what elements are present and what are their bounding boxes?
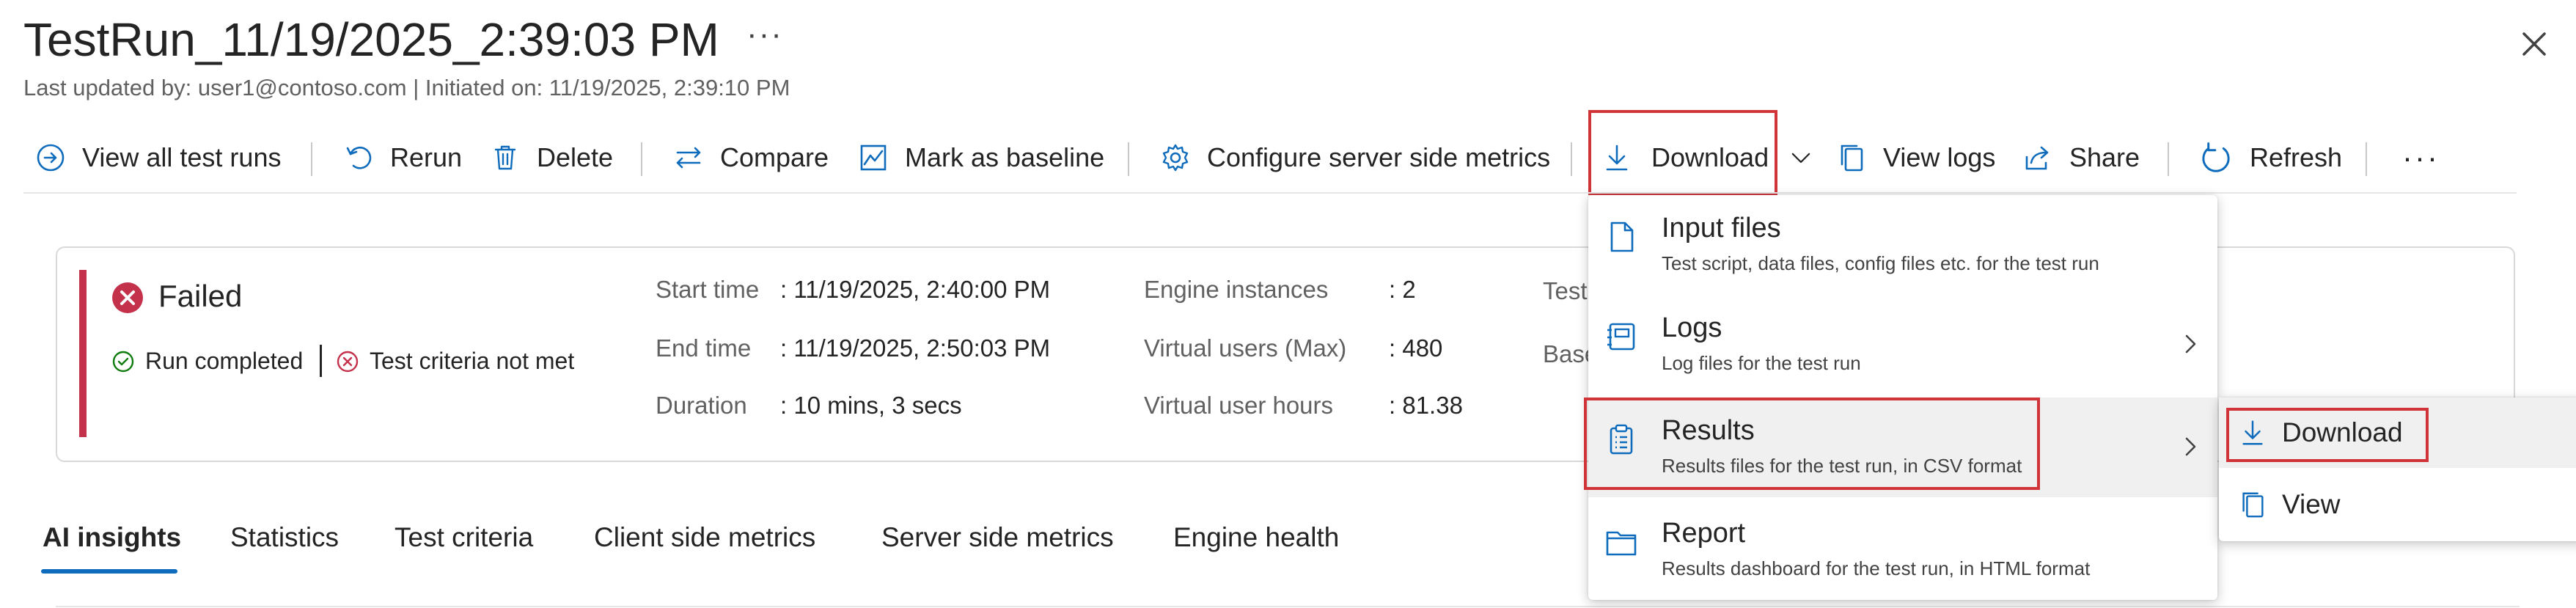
close-icon: [2522, 32, 2546, 56]
notebook-icon: [1607, 323, 1635, 351]
menu-item-title: Input files: [1662, 213, 1781, 243]
virtual-user-hours-label: Virtual user hours: [1144, 392, 1334, 419]
menu-item-description: Test script, data files, config files et…: [1662, 252, 2099, 274]
engine-instances-label: Engine instances: [1144, 276, 1329, 303]
compare-label: Compare: [720, 142, 829, 172]
start-time-value: : 11/19/2025, 2:40:00 PM: [780, 276, 1051, 303]
criteria-not-met-label: Test criteria not met: [370, 348, 575, 374]
test-partial-label: Test: [1543, 277, 1588, 304]
rerun-label: Rerun: [390, 142, 463, 172]
rerun-button[interactable]: Rerun: [343, 132, 462, 183]
toolbar-more-label: ···: [2402, 140, 2440, 175]
duration-label: Duration: [656, 392, 747, 419]
configure-server-metrics-button[interactable]: Configure server side metrics: [1160, 132, 1550, 183]
share-icon: [2025, 146, 2049, 170]
failed-status: [111, 282, 144, 314]
download-highlight-box: [1588, 110, 1777, 195]
refresh-label: Refresh: [2250, 142, 2343, 172]
page-subtitle: Last updated by: user1@contoso.com | Ini…: [23, 75, 790, 100]
toolbar-divider: [641, 142, 642, 176]
page-title: TestRun_11/19/2025_2:39:03 PM: [23, 13, 719, 66]
active-tab-indicator: [41, 569, 177, 574]
view-logs-label: View logs: [1883, 142, 1996, 172]
toolbar-divider-line: [23, 192, 2517, 194]
menu-item-logs[interactable]: Logs Log files for the test run: [1588, 295, 2217, 395]
gear-icon: [1162, 144, 1189, 172]
error-circle-icon: [112, 282, 143, 313]
end-time-label: End time: [656, 334, 752, 362]
chart-baseline-icon: [860, 144, 887, 171]
run-completed-label: Run completed: [145, 348, 304, 374]
status-divider: [320, 345, 322, 377]
delete-label: Delete: [537, 142, 614, 172]
menu-item-description: Results dashboard for the test run, in H…: [1662, 557, 2091, 579]
toolbar-divider: [1571, 142, 1572, 176]
compare-arrows-icon: [676, 147, 701, 169]
virtual-users-max-value: : 480: [1389, 334, 1443, 362]
submenu-view[interactable]: View: [2219, 469, 2576, 540]
criteria-not-met-status: Test criteria not met: [336, 348, 574, 375]
results-highlight-box: [1584, 398, 2040, 490]
tab-ai-insights[interactable]: AI insights: [43, 522, 181, 553]
submenu-download-highlight-box: [2226, 408, 2429, 462]
menu-item-input-files[interactable]: Input files Test script, data files, con…: [1588, 195, 2217, 295]
delete-button[interactable]: Delete: [490, 132, 613, 183]
toolbar-divider: [311, 142, 312, 176]
configure-server-metrics-label: Configure server side metrics: [1207, 142, 1551, 172]
arrow-circle-right-icon: [37, 144, 65, 172]
submenu-view-label: View: [2282, 489, 2341, 519]
copy-logs-icon: [1841, 144, 1863, 172]
menu-item-title: Logs: [1662, 312, 1722, 343]
duration-value: : 10 mins, 3 secs: [780, 392, 962, 419]
mark-as-baseline-label: Mark as baseline: [905, 142, 1105, 172]
trash-icon: [494, 145, 516, 170]
status-label: Failed: [158, 279, 243, 313]
toolbar-divider: [2366, 142, 2367, 176]
toolbar-more-button[interactable]: ···: [2402, 132, 2440, 183]
toolbar-divider: [2168, 142, 2169, 176]
chevron-right-icon: [2185, 334, 2196, 354]
view-all-test-runs-label: View all test runs: [82, 142, 282, 172]
virtual-users-max-label: Virtual users (Max): [1144, 334, 1347, 362]
share-label: Share: [2069, 142, 2140, 172]
more-options-button[interactable]: ···: [746, 16, 783, 53]
menu-item-report[interactable]: Report Results dashboard for the test ru…: [1588, 500, 2217, 600]
tab-engine-health[interactable]: Engine health: [1173, 522, 1339, 553]
status-accent-bar: [79, 270, 87, 437]
view-all-test-runs-button[interactable]: View all test runs: [35, 132, 281, 183]
chevron-down-icon: [1791, 153, 1810, 164]
copy-view-icon: [2242, 492, 2264, 518]
virtual-user-hours-value: : 81.38: [1389, 392, 1463, 419]
engine-instances-value: : 2: [1389, 276, 1416, 303]
compare-button[interactable]: Compare: [673, 132, 829, 183]
tab-client-side-metrics[interactable]: Client side metrics: [594, 522, 815, 553]
dismiss-circle-icon: [337, 351, 359, 372]
close-button[interactable]: [2517, 26, 2552, 62]
share-button[interactable]: Share: [2022, 132, 2140, 183]
start-time-label: Start time: [656, 276, 760, 303]
view-logs-button[interactable]: View logs: [1836, 132, 1995, 183]
menu-item-title: Report: [1662, 518, 1746, 549]
menu-item-description: Log files for the test run: [1662, 352, 1861, 374]
rerun-icon: [346, 147, 372, 169]
check-circle-icon: [112, 351, 134, 372]
tab-test-criteria[interactable]: Test criteria: [395, 522, 533, 553]
toolbar-divider: [1128, 142, 1129, 176]
file-icon: [1610, 221, 1634, 252]
tab-statistics[interactable]: Statistics: [230, 522, 339, 553]
chevron-right-icon: [2185, 437, 2196, 456]
refresh-button[interactable]: Refresh: [2198, 132, 2342, 183]
end-time-value: : 11/19/2025, 2:50:03 PM: [780, 334, 1051, 362]
mark-as-baseline-button[interactable]: Mark as baseline: [858, 132, 1104, 183]
refresh-icon: [2202, 142, 2230, 172]
folder-icon: [1606, 531, 1637, 556]
tab-divider-line: [56, 606, 2520, 607]
run-completed-status: Run completed: [111, 348, 303, 375]
tab-server-side-metrics[interactable]: Server side metrics: [881, 522, 1114, 553]
